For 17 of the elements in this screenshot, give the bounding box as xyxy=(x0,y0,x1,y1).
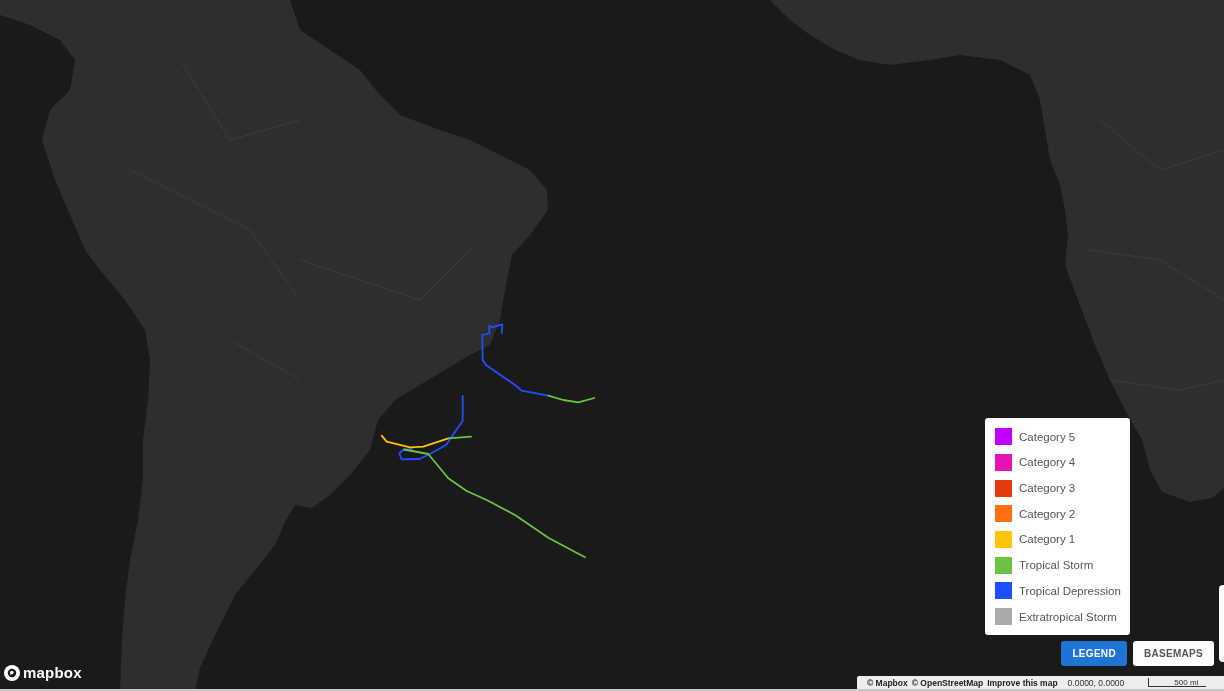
legend-label: Extratropical Storm xyxy=(1019,610,1117,623)
attribution-link[interactable]: © Mapbox xyxy=(867,677,908,688)
map-toggle-button[interactable]: BASEMAPS xyxy=(1132,641,1214,666)
legend-label: Category 5 xyxy=(1019,430,1076,443)
legend-label: Tropical Storm xyxy=(1019,559,1094,572)
attribution-link[interactable]: Improve this map xyxy=(987,677,1058,688)
scale-bar: 500 mi xyxy=(1148,678,1207,687)
legend-label: Tropical Depression xyxy=(1019,584,1121,597)
legend-label: Category 3 xyxy=(1019,482,1076,495)
coordinates-readout: 0.0000, 0.0000 xyxy=(1067,677,1125,688)
legend-label: Category 1 xyxy=(1019,533,1076,546)
legend-label: Category 4 xyxy=(1019,456,1076,469)
attribution-link[interactable]: © OpenStreetMap xyxy=(911,677,984,688)
logo-text: mapbox xyxy=(23,665,82,681)
map-toggle-button[interactable]: LEGEND xyxy=(1061,641,1127,666)
legend-label: Category 2 xyxy=(1019,507,1076,520)
logo-icon xyxy=(4,665,20,681)
